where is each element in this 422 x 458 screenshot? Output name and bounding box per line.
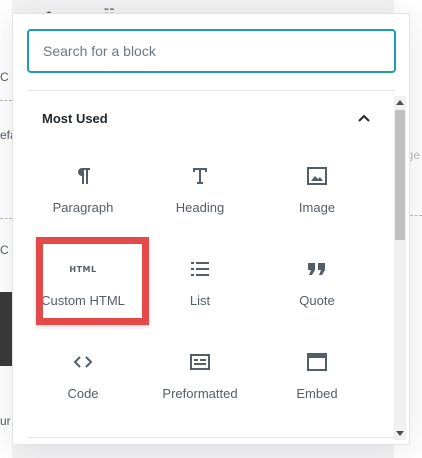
heading-icon <box>192 156 208 196</box>
editor-fragment: C <box>0 243 9 257</box>
editor-fragment: C <box>0 70 9 84</box>
block-label: Custom HTML <box>41 293 125 308</box>
block-label: List <box>189 293 211 308</box>
block-quote[interactable]: Quote <box>261 235 373 328</box>
embed-icon <box>307 342 327 382</box>
block-label: Preformatted <box>162 386 238 401</box>
block-image[interactable]: Image <box>261 142 373 235</box>
block-label: Quote <box>299 293 335 308</box>
search-divider <box>27 90 395 91</box>
editor-divider <box>0 218 12 219</box>
preformatted-icon <box>190 342 210 382</box>
editor-divider <box>0 100 12 101</box>
chevron-up-icon <box>357 111 371 125</box>
most-used-panel-toggle[interactable]: Most Used <box>27 104 377 132</box>
scrollbar[interactable] <box>394 96 406 440</box>
block-inserter-popover: Most Used Paragraph Heading <box>12 13 410 445</box>
html-icon-text: HTML <box>69 264 97 274</box>
block-grid: Paragraph Heading Image HTML Custom HTML… <box>27 142 377 421</box>
scroll-up-arrow-icon[interactable] <box>396 100 404 105</box>
block-custom-html[interactable]: HTML Custom HTML <box>27 235 139 328</box>
block-label: Code <box>67 386 99 401</box>
block-paragraph[interactable]: Paragraph <box>27 142 139 235</box>
list-icon <box>190 249 210 289</box>
paragraph-icon <box>74 156 92 196</box>
html-icon: HTML <box>69 249 96 289</box>
editor-background-left <box>0 0 12 458</box>
block-embed[interactable]: Embed <box>261 328 373 421</box>
block-label: Heading <box>175 200 225 215</box>
scroll-down-arrow-icon[interactable] <box>396 431 404 436</box>
block-label: Paragraph <box>52 200 114 215</box>
block-search-input[interactable] <box>27 29 396 73</box>
image-icon <box>307 156 327 196</box>
code-icon <box>72 342 94 382</box>
block-preformatted[interactable]: Preformatted <box>144 328 256 421</box>
quote-icon <box>307 249 327 289</box>
scroll-thumb[interactable] <box>395 110 405 240</box>
block-heading[interactable]: Heading <box>144 142 256 235</box>
block-label: Image <box>298 200 336 215</box>
panel-bottom-divider <box>27 437 395 438</box>
editor-dark-block <box>0 292 12 366</box>
block-code[interactable]: Code <box>27 328 139 421</box>
block-label: Embed <box>296 386 338 401</box>
editor-fragment: ur <box>0 414 11 428</box>
block-list[interactable]: List <box>144 235 256 328</box>
panel-title: Most Used <box>42 110 108 126</box>
